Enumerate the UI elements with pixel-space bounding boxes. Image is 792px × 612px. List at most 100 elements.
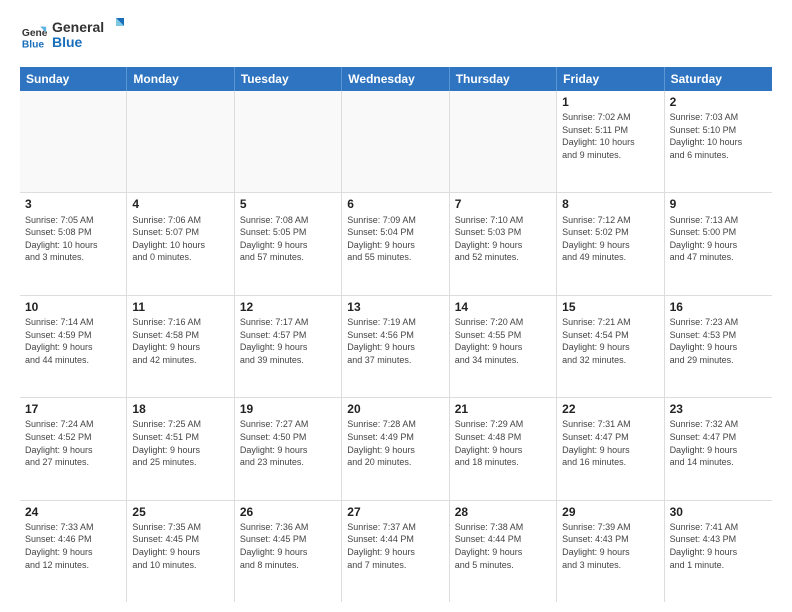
day-info: Sunrise: 7:09 AM Sunset: 5:04 PM Dayligh… [347, 214, 443, 264]
day-number: 18 [132, 401, 228, 417]
day-number: 17 [25, 401, 121, 417]
day-info: Sunrise: 7:14 AM Sunset: 4:59 PM Dayligh… [25, 316, 121, 366]
calendar-cell: 7Sunrise: 7:10 AM Sunset: 5:03 PM Daylig… [450, 193, 557, 294]
day-number: 3 [25, 196, 121, 212]
calendar-cell [450, 91, 557, 192]
day-number: 4 [132, 196, 228, 212]
day-info: Sunrise: 7:29 AM Sunset: 4:48 PM Dayligh… [455, 418, 551, 468]
day-info: Sunrise: 7:21 AM Sunset: 4:54 PM Dayligh… [562, 316, 658, 366]
day-number: 23 [670, 401, 767, 417]
calendar-cell: 9 Sunrise: 7:13 AM Sunset: 5:00 PM Daylig… [665, 193, 772, 294]
calendar-cell: 1Sunrise: 7:02 AM Sunset: 5:11 PM Daylig… [557, 91, 664, 192]
calendar-cell: 24Sunrise: 7:33 AM Sunset: 4:46 PM Dayli… [20, 501, 127, 602]
svg-text:General: General [52, 19, 104, 35]
day-number: 2 [670, 94, 767, 110]
logo-icon: General Blue [20, 23, 48, 51]
calendar-cell: 4 Sunrise: 7:06 AM Sunset: 5:07 PM Daylig… [127, 193, 234, 294]
day-number: 21 [455, 401, 551, 417]
day-number: 27 [347, 504, 443, 520]
calendar-cell: 15Sunrise: 7:21 AM Sunset: 4:54 PM Dayli… [557, 296, 664, 397]
day-info: Sunrise: 7:31 AM Sunset: 4:47 PM Dayligh… [562, 418, 658, 468]
day-info: Sunrise: 7:25 AM Sunset: 4:51 PM Dayligh… [132, 418, 228, 468]
header-day-monday: Monday [127, 67, 234, 91]
day-info: Sunrise: 7:36 AM Sunset: 4:45 PM Dayligh… [240, 521, 336, 571]
calendar-cell: 3 Sunrise: 7:05 AM Sunset: 5:08 PM Daylig… [20, 193, 127, 294]
day-number: 13 [347, 299, 443, 315]
header-day-sunday: Sunday [20, 67, 127, 91]
day-info: Sunrise: 7:38 AM Sunset: 4:44 PM Dayligh… [455, 521, 551, 571]
calendar-cell: 25Sunrise: 7:35 AM Sunset: 4:45 PM Dayli… [127, 501, 234, 602]
day-info: Sunrise: 7:20 AM Sunset: 4:55 PM Dayligh… [455, 316, 551, 366]
day-info: Sunrise: 7:16 AM Sunset: 4:58 PM Dayligh… [132, 316, 228, 366]
calendar-cell [127, 91, 234, 192]
calendar-cell: 8 Sunrise: 7:12 AM Sunset: 5:02 PM Daylig… [557, 193, 664, 294]
header-day-thursday: Thursday [450, 67, 557, 91]
calendar-cell: 16Sunrise: 7:23 AM Sunset: 4:53 PM Dayli… [665, 296, 772, 397]
day-number: 10 [25, 299, 121, 315]
calendar-cell [342, 91, 449, 192]
day-info: Sunrise: 7:12 AM Sunset: 5:02 PM Dayligh… [562, 214, 658, 264]
calendar-cell: 13Sunrise: 7:19 AM Sunset: 4:56 PM Dayli… [342, 296, 449, 397]
calendar-cell: 12Sunrise: 7:17 AM Sunset: 4:57 PM Dayli… [235, 296, 342, 397]
day-info: Sunrise: 7:23 AM Sunset: 4:53 PM Dayligh… [670, 316, 767, 366]
calendar-cell: 2Sunrise: 7:03 AM Sunset: 5:10 PM Daylig… [665, 91, 772, 192]
calendar-row-1: 1Sunrise: 7:02 AM Sunset: 5:11 PM Daylig… [20, 91, 772, 193]
calendar-cell: 17Sunrise: 7:24 AM Sunset: 4:52 PM Dayli… [20, 398, 127, 499]
calendar-cell: 5 Sunrise: 7:08 AM Sunset: 5:05 PM Daylig… [235, 193, 342, 294]
logo-svg: General Blue [52, 16, 132, 52]
day-info: Sunrise: 7:05 AM Sunset: 5:08 PM Dayligh… [25, 214, 121, 264]
calendar-cell: 29Sunrise: 7:39 AM Sunset: 4:43 PM Dayli… [557, 501, 664, 602]
day-number: 22 [562, 401, 658, 417]
day-number: 6 [347, 196, 443, 212]
day-number: 5 [240, 196, 336, 212]
day-number: 14 [455, 299, 551, 315]
day-info: Sunrise: 7:08 AM Sunset: 5:05 PM Dayligh… [240, 214, 336, 264]
calendar-row-5: 24Sunrise: 7:33 AM Sunset: 4:46 PM Dayli… [20, 501, 772, 602]
day-number: 24 [25, 504, 121, 520]
calendar-cell: 30Sunrise: 7:41 AM Sunset: 4:43 PM Dayli… [665, 501, 772, 602]
calendar-cell: 6 Sunrise: 7:09 AM Sunset: 5:04 PM Daylig… [342, 193, 449, 294]
calendar-cell: 19Sunrise: 7:27 AM Sunset: 4:50 PM Dayli… [235, 398, 342, 499]
calendar-cell: 20Sunrise: 7:28 AM Sunset: 4:49 PM Dayli… [342, 398, 449, 499]
day-number: 12 [240, 299, 336, 315]
calendar: SundayMondayTuesdayWednesdayThursdayFrid… [20, 67, 772, 602]
svg-text:Blue: Blue [22, 39, 45, 50]
day-info: Sunrise: 7:32 AM Sunset: 4:47 PM Dayligh… [670, 418, 767, 468]
day-info: Sunrise: 7:03 AM Sunset: 5:10 PM Dayligh… [670, 111, 767, 161]
day-number: 9 [670, 196, 767, 212]
calendar-cell [20, 91, 127, 192]
calendar-row-3: 10Sunrise: 7:14 AM Sunset: 4:59 PM Dayli… [20, 296, 772, 398]
day-number: 1 [562, 94, 658, 110]
day-info: Sunrise: 7:37 AM Sunset: 4:44 PM Dayligh… [347, 521, 443, 571]
header-day-saturday: Saturday [665, 67, 772, 91]
day-number: 30 [670, 504, 767, 520]
calendar-cell: 23Sunrise: 7:32 AM Sunset: 4:47 PM Dayli… [665, 398, 772, 499]
day-info: Sunrise: 7:17 AM Sunset: 4:57 PM Dayligh… [240, 316, 336, 366]
day-info: Sunrise: 7:41 AM Sunset: 4:43 PM Dayligh… [670, 521, 767, 571]
header-day-friday: Friday [557, 67, 664, 91]
day-number: 8 [562, 196, 658, 212]
day-info: Sunrise: 7:02 AM Sunset: 5:11 PM Dayligh… [562, 111, 658, 161]
calendar-row-2: 3 Sunrise: 7:05 AM Sunset: 5:08 PM Daylig… [20, 193, 772, 295]
day-info: Sunrise: 7:24 AM Sunset: 4:52 PM Dayligh… [25, 418, 121, 468]
calendar-row-4: 17Sunrise: 7:24 AM Sunset: 4:52 PM Dayli… [20, 398, 772, 500]
header-day-tuesday: Tuesday [235, 67, 342, 91]
day-info: Sunrise: 7:39 AM Sunset: 4:43 PM Dayligh… [562, 521, 658, 571]
day-info: Sunrise: 7:13 AM Sunset: 5:00 PM Dayligh… [670, 214, 767, 264]
svg-text:Blue: Blue [52, 34, 83, 50]
day-number: 16 [670, 299, 767, 315]
day-number: 25 [132, 504, 228, 520]
header-day-wednesday: Wednesday [342, 67, 449, 91]
day-info: Sunrise: 7:06 AM Sunset: 5:07 PM Dayligh… [132, 214, 228, 264]
calendar-cell: 27Sunrise: 7:37 AM Sunset: 4:44 PM Dayli… [342, 501, 449, 602]
calendar-cell: 11Sunrise: 7:16 AM Sunset: 4:58 PM Dayli… [127, 296, 234, 397]
day-number: 7 [455, 196, 551, 212]
calendar-cell: 26Sunrise: 7:36 AM Sunset: 4:45 PM Dayli… [235, 501, 342, 602]
calendar-cell [235, 91, 342, 192]
day-info: Sunrise: 7:33 AM Sunset: 4:46 PM Dayligh… [25, 521, 121, 571]
day-info: Sunrise: 7:35 AM Sunset: 4:45 PM Dayligh… [132, 521, 228, 571]
day-info: Sunrise: 7:27 AM Sunset: 4:50 PM Dayligh… [240, 418, 336, 468]
day-info: Sunrise: 7:19 AM Sunset: 4:56 PM Dayligh… [347, 316, 443, 366]
day-number: 26 [240, 504, 336, 520]
calendar-cell: 10Sunrise: 7:14 AM Sunset: 4:59 PM Dayli… [20, 296, 127, 397]
